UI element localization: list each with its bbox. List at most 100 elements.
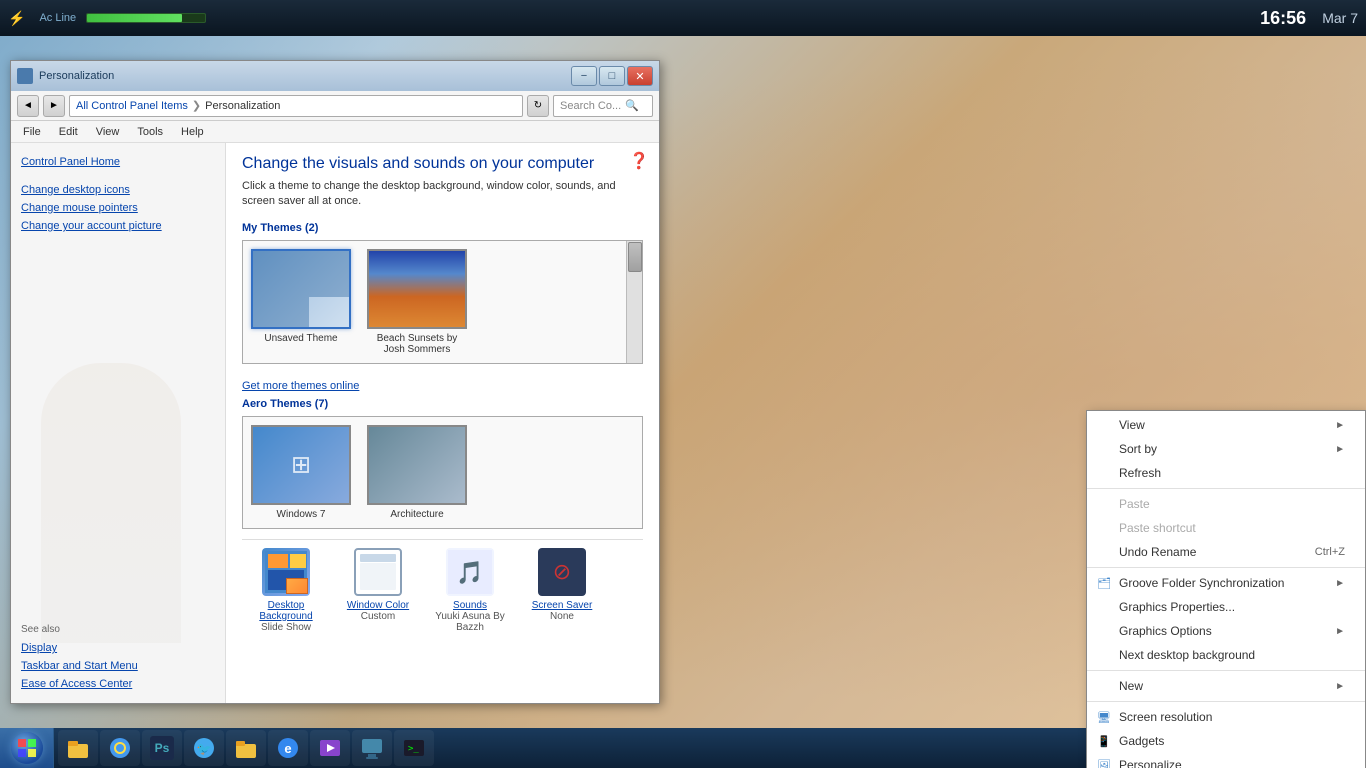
taskbar-app-folder[interactable] — [226, 730, 266, 766]
sidebar-mouse-pointers[interactable]: Change mouse pointers — [21, 199, 215, 217]
bottom-desktop-bg[interactable]: Desktop Background Slide Show — [246, 548, 326, 633]
maximize-button[interactable]: □ — [599, 66, 625, 86]
personalize-icon: 🖼 — [1095, 756, 1113, 768]
screensaver-icon — [538, 548, 586, 596]
window-controls: − □ ✕ — [571, 66, 653, 86]
battery-fill — [87, 14, 181, 22]
window-icon — [17, 68, 33, 84]
scroll-thumb[interactable] — [628, 242, 642, 272]
see-also-section: See also Display Taskbar and Start Menu … — [21, 608, 138, 693]
bird-icon: 🐦 — [192, 736, 216, 760]
bottom-window-color[interactable]: Window Color Custom — [338, 548, 418, 633]
ctx-screen-res[interactable]: 🖥 Screen resolution — [1087, 705, 1365, 729]
window-titlebar[interactable]: Personalization − □ ✕ — [11, 61, 659, 91]
sidebar-desktop-icons[interactable]: Change desktop icons — [21, 181, 215, 199]
sidebar-display[interactable]: Display — [21, 639, 138, 657]
minimize-button[interactable]: − — [571, 66, 597, 86]
ctx-next-bg[interactable]: Next desktop background — [1087, 643, 1365, 667]
ctx-new-arrow: ► — [1335, 681, 1345, 692]
more-themes-link[interactable]: Get more themes online — [242, 380, 359, 392]
power-icon: ⚡ — [8, 10, 25, 27]
theme-unsaved-name: Unsaved Theme — [264, 333, 337, 344]
breadcrumb-separator: ❯ — [192, 99, 201, 112]
help-icon[interactable]: ❓ — [629, 151, 649, 171]
bottom-sounds[interactable]: 🎵 Sounds Yuuki Asuna By Bazzh — [430, 548, 510, 633]
theme-win7[interactable]: Windows 7 — [251, 425, 351, 520]
ctx-gadgets[interactable]: 📱 Gadgets — [1087, 729, 1365, 753]
sounds-label[interactable]: Sounds — [453, 600, 487, 611]
theme-beach-name: Beach Sunsets by Josh Sommers — [367, 333, 467, 355]
window-color-label[interactable]: Window Color — [347, 600, 409, 611]
start-button[interactable] — [0, 728, 54, 768]
ctx-screen-res-label: Screen resolution — [1119, 710, 1212, 724]
breadcrumb-root[interactable]: All Control Panel Items — [76, 100, 188, 112]
theme-arch-preview[interactable] — [367, 425, 467, 505]
desktop-bg-svg — [264, 550, 308, 594]
ctx-sort-by[interactable]: Sort by ► — [1087, 437, 1365, 461]
ctx-gfx-options-label: Graphics Options — [1119, 624, 1212, 638]
main-desc: Click a theme to change the desktop back… — [242, 179, 643, 210]
taskbar-app-cmd[interactable]: >_ — [394, 730, 434, 766]
theme-unsaved[interactable]: Unsaved Theme — [251, 249, 351, 355]
screensaver-label[interactable]: Screen Saver — [532, 600, 593, 611]
ctx-refresh[interactable]: Refresh — [1087, 461, 1365, 485]
sidebar-home-link[interactable]: Control Panel Home — [21, 153, 215, 171]
ctx-new[interactable]: New ► — [1087, 674, 1365, 698]
theme-beach-preview[interactable] — [367, 249, 467, 329]
screen-res-icon: 🖥 — [1095, 708, 1113, 726]
taskbar-app-ie[interactable]: e — [268, 730, 308, 766]
ctx-new-label: New — [1119, 679, 1143, 693]
sidebar-char-art — [21, 323, 215, 643]
theme-beach[interactable]: Beach Sunsets by Josh Sommers — [367, 249, 467, 355]
ctx-refresh-label: Refresh — [1119, 466, 1161, 480]
sidebar-account-picture[interactable]: Change your account picture — [21, 217, 215, 235]
ctx-sep3 — [1087, 670, 1365, 671]
menu-help[interactable]: Help — [173, 124, 212, 140]
context-menu: View ► Sort by ► Refresh Paste Paste sho… — [1086, 410, 1366, 768]
sidebar-ease-of-access[interactable]: Ease of Access Center — [21, 675, 138, 693]
ctx-graphics-props[interactable]: Graphics Properties... — [1087, 595, 1365, 619]
ctx-undo-rename[interactable]: Undo Rename Ctrl+Z — [1087, 540, 1365, 564]
forward-button[interactable]: ► — [43, 95, 65, 117]
screensaver-sub: None — [550, 611, 574, 622]
refresh-nav-button[interactable]: ↻ — [527, 95, 549, 117]
taskbar-app-chrome[interactable] — [100, 730, 140, 766]
folder-icon — [234, 736, 258, 760]
top-bar-right: 16:56 Mar 7 — [1260, 8, 1358, 29]
taskbar-app-monitor[interactable] — [352, 730, 392, 766]
taskbar-app-bird[interactable]: 🐦 — [184, 730, 224, 766]
menu-view[interactable]: View — [88, 124, 128, 140]
taskbar-app-explorer[interactable] — [58, 730, 98, 766]
desktop: ⚡ Ac Line 16:56 Mar 7 Personalization − … — [0, 0, 1366, 768]
ctx-paste-label: Paste — [1119, 497, 1150, 511]
sounds-sub: Yuuki Asuna By Bazzh — [430, 611, 510, 633]
ctx-view-label: View — [1119, 418, 1145, 432]
ctx-view[interactable]: View ► — [1087, 413, 1365, 437]
my-themes-grid: Unsaved Theme Beach Sunsets by Josh Somm… — [251, 249, 634, 355]
ctx-groove[interactable]: 🗂 Groove Folder Synchronization ► — [1087, 571, 1365, 595]
desktop-bg-label[interactable]: Desktop Background — [246, 600, 326, 622]
breadcrumb[interactable]: All Control Panel Items ❯ Personalizatio… — [69, 95, 523, 117]
sidebar-taskbar[interactable]: Taskbar and Start Menu — [21, 657, 138, 675]
ctx-personalize[interactable]: 🖼 Personalize — [1087, 753, 1365, 768]
close-button[interactable]: ✕ — [627, 66, 653, 86]
ctx-graphics-options[interactable]: Graphics Options ► — [1087, 619, 1365, 643]
theme-win7-name: Windows 7 — [277, 509, 326, 520]
menu-file[interactable]: File — [15, 124, 49, 140]
theme-win7-preview[interactable] — [251, 425, 351, 505]
window-color-sub: Custom — [361, 611, 395, 622]
theme-arch[interactable]: Architecture — [367, 425, 467, 520]
scroll-track[interactable] — [626, 241, 642, 363]
back-button[interactable]: ◄ — [17, 95, 39, 117]
search-box[interactable]: Search Co... 🔍 — [553, 95, 653, 117]
menu-tools[interactable]: Tools — [129, 124, 171, 140]
taskbar-app-photoshop[interactable]: Ps — [142, 730, 182, 766]
theme-unsaved-preview[interactable] — [251, 249, 351, 329]
taskbar-app-media[interactable] — [310, 730, 350, 766]
bottom-screen-saver[interactable]: Screen Saver None — [522, 548, 602, 633]
menu-edit[interactable]: Edit — [51, 124, 86, 140]
battery-bar — [86, 13, 206, 23]
cp-sidebar: Control Panel Home Change desktop icons … — [11, 143, 226, 703]
search-placeholder: Search Co... — [560, 100, 621, 112]
menu-bar: File Edit View Tools Help — [11, 121, 659, 143]
